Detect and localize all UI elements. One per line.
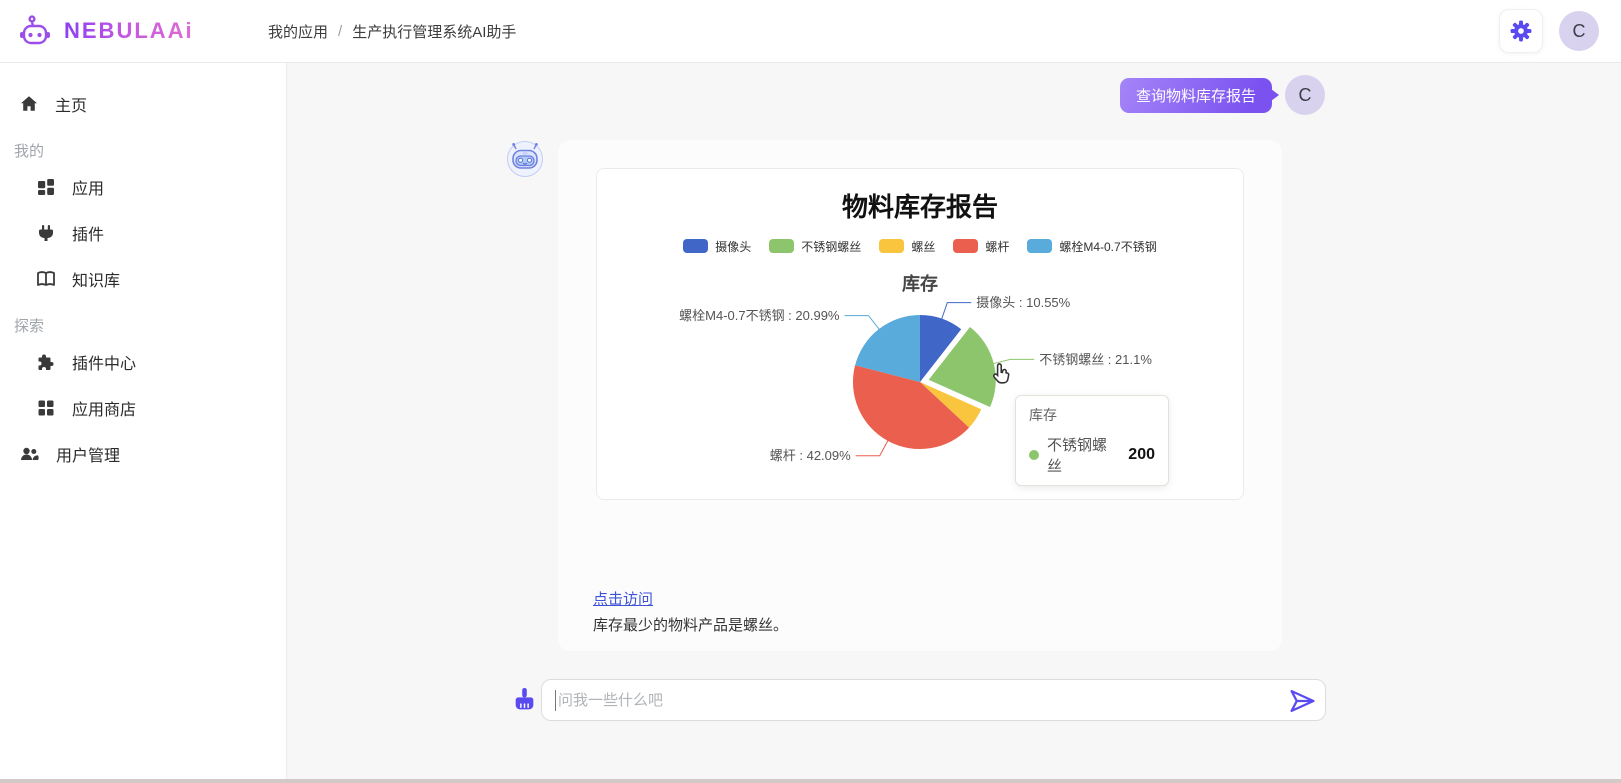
puzzle-icon (37, 353, 55, 371)
chat-input[interactable] (542, 680, 1325, 720)
apps-icon (37, 178, 55, 196)
legend-swatch (879, 239, 904, 253)
gear-icon (1510, 20, 1532, 42)
sidebar-item-user-management[interactable]: 用户管理 (0, 431, 286, 477)
home-icon (20, 95, 38, 113)
chart-title: 物料库存报告 (597, 187, 1243, 224)
pie-label: 螺栓M4-0.7不锈钢 : 20.99% (679, 308, 840, 323)
sidebar-item-knowledge[interactable]: 知识库 (0, 256, 286, 302)
chat-main: 查询物料库存报告 C 物料库存报告 摄像头 (288, 63, 1621, 779)
sidebar-item-plugin-center[interactable]: 插件中心 (0, 339, 286, 385)
tooltip-item-value: 200 (1128, 446, 1155, 464)
sidebar-section-explore: 探索 (0, 302, 286, 339)
user-message-bubble: 查询物料库存报告 (1120, 78, 1272, 113)
legend-item-screw-rod[interactable]: 螺杆 (953, 238, 1009, 255)
cursor-pointer-icon (990, 362, 1014, 388)
legend-item-bolt[interactable]: 螺栓M4-0.7不锈钢 (1027, 238, 1156, 255)
answer-text: 库存最少的物料产品是螺丝。 (593, 614, 1244, 635)
sidebar-item-apps[interactable]: 应用 (0, 164, 286, 210)
legend-swatch (1027, 239, 1052, 253)
text-caret (555, 690, 556, 711)
inventory-report-card: 物料库存报告 摄像头 不锈钢螺丝 螺丝 (596, 168, 1244, 500)
pie-label-line (856, 440, 889, 456)
app-logo[interactable]: NEBULAAi (18, 14, 268, 48)
pie-chart-area: 库存 摄像头 : 10.55% 不锈钢螺丝 : 21.1% 螺杆 : 42.09% 螺… (597, 262, 1243, 512)
assistant-message-row: 物料库存报告 摄像头 不锈钢螺丝 螺丝 (506, 140, 1282, 651)
send-plane-icon (1289, 688, 1316, 714)
tooltip-item-name: 不锈钢螺丝 (1047, 434, 1120, 476)
window-bottom-edge (0, 779, 1621, 783)
assistant-avatar (506, 140, 544, 178)
sidebar-item-home[interactable]: 主页 (0, 81, 286, 127)
top-header: NEBULAAi 我的应用 / 生产执行管理系统AI助手 C (0, 0, 1621, 63)
breadcrumb: 我的应用 / 生产执行管理系统AI助手 (268, 21, 516, 42)
sidebar: 主页 我的 应用 插件 知识库 探索 (0, 63, 287, 779)
breadcrumb-separator: / (338, 23, 342, 40)
legend-item-camera[interactable]: 摄像头 (683, 238, 751, 255)
logo-robot-icon (18, 14, 54, 48)
chart-legend: 摄像头 不锈钢螺丝 螺丝 螺杆 (597, 234, 1243, 258)
legend-item-screw[interactable]: 螺丝 (879, 238, 935, 255)
visit-link[interactable]: 点击访问 (593, 588, 653, 609)
clear-chat-button[interactable] (514, 687, 536, 714)
chat-input-row (514, 679, 1326, 721)
book-icon (37, 270, 55, 288)
pie-label: 螺杆 : 42.09% (770, 448, 851, 463)
pie-label-line (845, 316, 880, 330)
tooltip-series-dot (1029, 450, 1039, 460)
assistant-message-bubble: 物料库存报告 摄像头 不锈钢螺丝 螺丝 (558, 140, 1282, 651)
legend-swatch (953, 239, 978, 253)
user-avatar[interactable]: C (1559, 11, 1599, 51)
legend-swatch (769, 239, 794, 253)
user-message-text: 查询物料库存报告 (1136, 85, 1256, 106)
pie-label-line (942, 303, 972, 320)
pie-label: 不锈钢螺丝 : 21.1% (1039, 352, 1152, 367)
chart-tooltip: 库存 不锈钢螺丝 200 (1015, 395, 1169, 486)
logo-text: NEBULAAi (64, 18, 194, 44)
settings-button[interactable] (1499, 9, 1543, 53)
brush-icon (514, 687, 535, 714)
users-icon (20, 445, 39, 463)
store-grid-icon (37, 399, 55, 417)
user-avatar-chat: C (1285, 75, 1325, 115)
tooltip-row: 不锈钢螺丝 200 (1029, 434, 1155, 476)
plug-icon (37, 224, 55, 242)
tooltip-title: 库存 (1029, 405, 1155, 425)
sidebar-section-my: 我的 (0, 127, 286, 164)
send-button[interactable] (1289, 688, 1316, 717)
sidebar-item-plugins[interactable]: 插件 (0, 210, 286, 256)
chat-input-box (541, 679, 1326, 721)
bubble-tail (1271, 89, 1279, 101)
legend-item-stainless-screw[interactable]: 不锈钢螺丝 (769, 238, 861, 255)
breadcrumb-current: 生产执行管理系统AI助手 (352, 21, 516, 42)
user-message-row: 查询物料库存报告 C (1120, 75, 1325, 115)
breadcrumb-parent[interactable]: 我的应用 (268, 21, 328, 42)
pie-label: 摄像头 : 10.55% (976, 295, 1070, 310)
sidebar-item-app-store[interactable]: 应用商店 (0, 385, 286, 431)
legend-swatch (683, 239, 708, 253)
